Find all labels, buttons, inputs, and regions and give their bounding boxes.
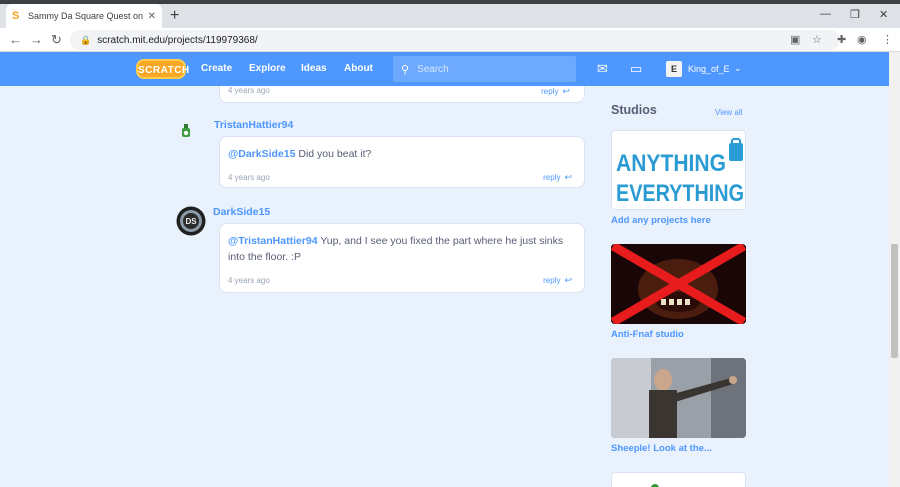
reload-icon[interactable]: ↻ bbox=[51, 32, 62, 48]
nav-about[interactable]: About bbox=[344, 63, 373, 74]
comment-author[interactable]: TristanHattier94 bbox=[214, 119, 293, 131]
studio-thumbnail[interactable] bbox=[611, 472, 746, 487]
new-tab-button[interactable]: + bbox=[170, 7, 179, 25]
scrollbar-thumb[interactable] bbox=[891, 244, 898, 358]
comment-text: @DarkSide15 Did you beat it? bbox=[228, 148, 372, 160]
nav-create[interactable]: Create bbox=[201, 63, 232, 74]
url-field[interactable]: 🔒 scratch.mit.edu/projects/119979368/ bbox=[70, 30, 840, 50]
restore-icon[interactable]: ❐ bbox=[850, 8, 860, 21]
comment-bubble-partial: 4 years ago reply ↩ bbox=[219, 86, 585, 103]
user-avatar[interactable]: E bbox=[666, 61, 682, 77]
comment-time: 4 years ago bbox=[228, 173, 270, 182]
scratch-logo[interactable]: SCRATCH bbox=[136, 59, 189, 79]
bookmark-star-icon[interactable]: ☆ bbox=[812, 33, 822, 47]
username[interactable]: King_of_E bbox=[688, 64, 730, 74]
chevron-down-icon[interactable]: ⌄ bbox=[734, 63, 742, 74]
browser-menu-icon[interactable]: ⋮ bbox=[882, 33, 893, 47]
forward-icon[interactable]: → bbox=[30, 32, 43, 48]
avatar[interactable]: DS bbox=[176, 206, 206, 236]
studio-thumbnail[interactable] bbox=[611, 358, 746, 438]
view-all-link[interactable]: View all bbox=[715, 108, 742, 117]
nav-explore[interactable]: Explore bbox=[249, 63, 286, 74]
svg-text:DS: DS bbox=[185, 217, 197, 226]
minimize-icon[interactable]: — bbox=[820, 8, 831, 20]
studio-thumbnail[interactable] bbox=[611, 244, 746, 324]
scratch-favicon-icon: S bbox=[12, 10, 20, 22]
messages-envelope-icon[interactable]: ✉ bbox=[597, 61, 608, 77]
reply-arrow-icon: ↩ bbox=[562, 86, 570, 96]
back-icon[interactable]: ← bbox=[9, 32, 22, 48]
close-tab-icon[interactable]: ✕ bbox=[148, 11, 156, 22]
tab-title: Sammy Da Square Quest on Scr bbox=[28, 11, 144, 21]
comment-mention[interactable]: @DarkSide15 bbox=[228, 148, 295, 160]
studios-heading: Studios bbox=[611, 103, 657, 117]
search-placeholder: Search bbox=[417, 63, 449, 75]
scratch-navbar: SCRATCH Create Explore Ideas About ⚲ Sea… bbox=[0, 52, 889, 86]
studio-thumbnail[interactable]: ANYTHING EVERYTHING bbox=[611, 130, 746, 210]
reply-button[interactable]: reply ↩ bbox=[541, 86, 570, 97]
studio-name[interactable]: Anti-Fnaf studio bbox=[611, 329, 684, 340]
qr-code-icon[interactable]: ▣ bbox=[790, 33, 800, 47]
nav-ideas[interactable]: Ideas bbox=[301, 63, 327, 74]
reply-button[interactable]: reply ↩ bbox=[543, 275, 572, 286]
extensions-puzzle-icon[interactable]: ✚ bbox=[837, 33, 846, 47]
browser-tab[interactable]: S Sammy Da Square Quest on Scr ✕ bbox=[6, 4, 162, 28]
comment-text: @TristanHattier94 Yup, and I see you fix… bbox=[228, 235, 564, 263]
lock-icon: 🔒 bbox=[80, 34, 92, 45]
tab-bar: S Sammy Da Square Quest on Scr ✕ + — ❐ ✕ bbox=[0, 4, 900, 28]
search-input[interactable]: ⚲ Search bbox=[393, 56, 576, 82]
reply-button[interactable]: reply ↩ bbox=[543, 172, 572, 183]
url-text: scratch.mit.edu/projects/119979368/ bbox=[97, 34, 258, 46]
reply-arrow-icon: ↩ bbox=[564, 275, 572, 285]
close-window-icon[interactable]: ✕ bbox=[879, 8, 888, 21]
comment-bubble: @TristanHattier94 Yup, and I see you fix… bbox=[219, 223, 585, 293]
svg-text:EVERYTHING: EVERYTHING bbox=[616, 180, 744, 207]
comment-mention[interactable]: @TristanHattier94 bbox=[228, 235, 318, 247]
avatar[interactable] bbox=[178, 123, 194, 139]
comment-bubble: @DarkSide15 Did you beat it? 4 years ago… bbox=[219, 136, 585, 188]
my-stuff-folder-icon[interactable]: ▭ bbox=[630, 61, 642, 77]
address-bar: ← → ↻ 🔒 scratch.mit.edu/projects/1199793… bbox=[0, 28, 900, 52]
comment-time: 4 years ago bbox=[228, 86, 270, 95]
svg-text:ANYTHING: ANYTHING bbox=[616, 150, 726, 177]
search-icon: ⚲ bbox=[401, 63, 410, 76]
comment-author[interactable]: DarkSide15 bbox=[213, 206, 270, 218]
studio-name[interactable]: Add any projects here bbox=[611, 215, 711, 226]
page-scrollbar[interactable] bbox=[889, 52, 900, 487]
comment-time: 4 years ago bbox=[228, 276, 270, 285]
reply-arrow-icon: ↩ bbox=[564, 172, 572, 182]
studio-name[interactable]: Sheeple! Look at the... bbox=[611, 443, 712, 454]
profile-avatar-icon[interactable]: ◉ bbox=[857, 33, 867, 47]
